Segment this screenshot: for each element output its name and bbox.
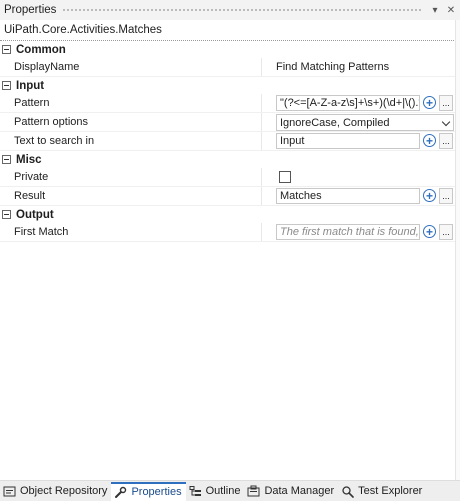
text-to-search-input[interactable]: Input <box>276 133 420 149</box>
title-grip[interactable] <box>62 7 422 13</box>
activity-type-header: UiPath.Core.Activities.Matches <box>0 20 458 41</box>
pattern-options-value: IgnoreCase, Compiled <box>280 116 390 129</box>
tab-outline[interactable]: Outline <box>186 482 245 501</box>
vertical-scrollbar[interactable] <box>455 20 460 480</box>
property-name: Pattern <box>0 94 262 112</box>
activity-type-name: UiPath.Core.Activities.Matches <box>4 24 162 36</box>
category-label: Input <box>16 79 45 92</box>
panel-title: Properties <box>4 4 57 16</box>
property-row-displayname: DisplayName Find Matching Patterns <box>0 58 460 77</box>
property-name: Pattern options <box>0 113 262 131</box>
category-label: Common <box>16 43 66 56</box>
property-row-result: Result Matches + ... <box>0 187 460 206</box>
close-icon[interactable]: ✕ <box>444 2 458 18</box>
object-repository-icon <box>3 486 16 496</box>
category-label: Output <box>16 208 54 221</box>
tab-label: Test Explorer <box>358 485 423 497</box>
tab-properties[interactable]: Properties <box>111 481 186 501</box>
category-input[interactable]: Input <box>0 77 460 94</box>
property-grid: Common DisplayName Find Matching Pattern… <box>0 41 460 242</box>
bottom-tab-strip: Object Repository Properties Outline Dat… <box>0 480 460 501</box>
displayname-value[interactable]: Find Matching Patterns <box>262 58 460 76</box>
collapse-icon[interactable] <box>2 210 11 219</box>
tab-data-manager[interactable]: Data Manager <box>244 482 338 501</box>
category-misc[interactable]: Misc <box>0 151 460 168</box>
chevron-down-icon[interactable] <box>441 117 451 127</box>
data-manager-icon <box>247 485 260 496</box>
pattern-options-select[interactable]: IgnoreCase, Compiled <box>276 114 454 131</box>
tab-label: Outline <box>205 485 241 497</box>
property-row-pattern-options: Pattern options IgnoreCase, Compiled <box>0 113 460 132</box>
collapse-icon[interactable] <box>2 45 11 54</box>
tab-label: Data Manager <box>264 485 335 497</box>
chevron-down-icon[interactable]: ▾ <box>428 2 442 18</box>
tab-label: Properties <box>131 486 182 498</box>
property-name: Private <box>0 168 262 186</box>
property-row-private: Private <box>0 168 460 187</box>
property-row-pattern: Pattern "(?<=[A-Z-a-z\s]+\s+)(\d+|\().*"… <box>0 94 460 113</box>
test-explorer-icon <box>342 485 354 498</box>
wrench-icon <box>115 486 127 498</box>
tab-label: Object Repository <box>20 485 108 497</box>
property-name: DisplayName <box>0 58 262 76</box>
property-name: Text to search in <box>0 132 262 150</box>
property-name: Result <box>0 187 262 205</box>
ellipsis-button[interactable]: ... <box>439 224 453 240</box>
tab-test-explorer[interactable]: Test Explorer <box>338 482 426 501</box>
collapse-icon[interactable] <box>2 81 11 90</box>
plus-icon[interactable]: + <box>423 225 436 238</box>
ellipsis-button[interactable]: ... <box>439 95 453 111</box>
panel-title-bar: Properties ▾ ✕ <box>0 0 460 20</box>
property-row-first-match: First Match The first match that is foun… <box>0 223 460 242</box>
collapse-icon[interactable] <box>2 155 11 164</box>
ellipsis-button[interactable]: ... <box>439 188 453 204</box>
category-common[interactable]: Common <box>0 41 460 58</box>
plus-icon[interactable]: + <box>423 96 436 109</box>
plus-icon[interactable]: + <box>423 189 436 202</box>
property-row-text-to-search: Text to search in Input + ... <box>0 132 460 151</box>
outline-icon <box>189 485 201 496</box>
plus-icon[interactable]: + <box>423 134 436 147</box>
category-label: Misc <box>16 153 42 166</box>
property-name: First Match <box>0 223 262 241</box>
category-output[interactable]: Output <box>0 206 460 223</box>
tab-object-repository[interactable]: Object Repository <box>0 482 111 501</box>
ellipsis-button[interactable]: ... <box>439 133 453 149</box>
result-input[interactable]: Matches <box>276 188 420 204</box>
pattern-input[interactable]: "(?<=[A-Z-a-z\s]+\s+)(\d+|\().*" <box>276 95 420 111</box>
first-match-input[interactable]: The first match that is found, as stri..… <box>276 224 420 240</box>
private-checkbox[interactable] <box>279 171 291 183</box>
